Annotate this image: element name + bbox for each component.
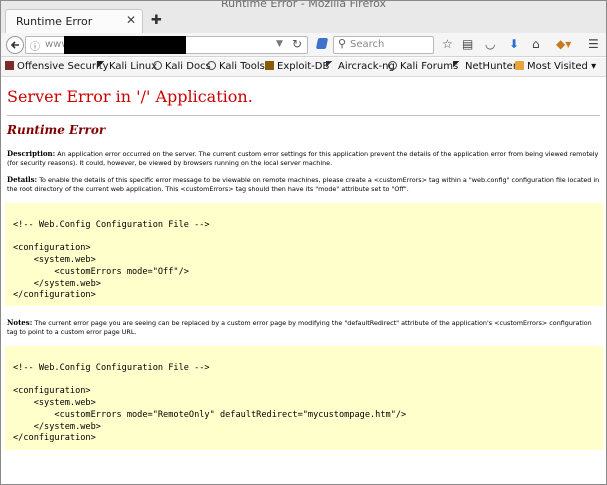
nethunter-icon [453,61,462,70]
tab-runtime-error[interactable]: Runtime Error ✕ [5,9,143,33]
addon-icon[interactable]: ◆▾ [556,37,571,51]
offsec-icon [5,61,14,70]
download-icon[interactable]: ⬇ [509,37,519,51]
kali-dragon-icon [97,61,106,70]
url-bar[interactable]: ⓘ www ▼ ↻ [25,36,308,54]
chevron-down-icon: ▾ [591,61,597,72]
notes-paragraph: Notes: The current error page you are se… [7,318,603,336]
code-snippet-1: <!-- Web.Config Configuration File --> <… [13,220,210,301]
search-bar[interactable]: ⚲ Search [333,36,434,54]
code-block-1: <!-- Web.Config Configuration File --> <… [5,203,603,306]
page-content: Server Error in '/' Application. Runtime… [1,78,606,484]
notes-label: Notes: [7,318,33,327]
error-subtitle: Runtime Error [7,123,106,137]
reading-list-icon[interactable]: ▤ [462,37,473,51]
code-block-2: <!-- Web.Config Configuration File --> <… [5,346,603,450]
bookmark-exploit-db[interactable]: Exploit-DB [265,61,329,72]
exploitdb-icon [265,61,274,70]
title-bar: Runtime Error - Mozilla Firefox Runtime … [1,1,606,33]
close-tab-icon[interactable]: ✕ [126,13,136,27]
tab-label: Runtime Error [16,15,93,28]
bookmark-most-visited[interactable]: Most Visited ▾ [515,61,596,72]
bookmark-kali-docs[interactable]: Kali Docs [153,61,211,72]
back-button[interactable] [6,36,24,54]
search-input[interactable]: Search [350,39,384,50]
redacted-url-block [64,36,186,54]
bookmark-kali-tools[interactable]: Kali Tools [207,61,265,72]
folder-icon [515,61,524,70]
bookmarks-toolbar: Offensive Security Kali Linux Kali Docs … [1,58,606,77]
new-tab-icon[interactable]: ✚ [151,13,162,28]
bookmark-offensive-security[interactable]: Offensive Security [5,61,109,72]
details-text: To enable the details of this specific e… [7,176,600,193]
divider [7,115,600,116]
kali-tools-icon [207,61,216,70]
code-snippet-2: <!-- Web.Config Configuration File --> <… [13,363,407,444]
bookmark-star-icon[interactable]: ☆ [442,37,453,51]
bookmark-nethunter[interactable]: NetHunter [453,61,517,72]
hamburger-menu-icon[interactable]: ☰ [588,37,599,51]
pocket-icon[interactable]: ◡ [485,37,495,51]
kali-docs-icon [153,61,162,70]
back-arrow-icon [10,41,19,49]
description-label: Description: [7,149,56,158]
notes-text: The current error page you are seeing ca… [7,319,592,336]
navigation-toolbar: ⓘ www ▼ ↻ ⚲ Search ☆ ▤ ◡ ⬇ ⌂ ◆▾ ☰ [1,33,606,57]
bookmark-kali-linux[interactable]: Kali Linux [97,61,157,72]
reload-icon[interactable]: ↻ [292,37,302,51]
pocket-extension-icon[interactable] [315,38,329,49]
description-text: An application error occurred on the ser… [7,150,599,167]
kali-forums-icon [388,61,397,70]
url-dropdown-icon[interactable]: ▼ [276,39,283,49]
bookmark-kali-forums[interactable]: Kali Forums [388,61,458,72]
page-title: Server Error in '/' Application. [7,87,253,106]
browser-window: Runtime Error - Mozilla Firefox Runtime … [0,0,607,485]
aircrack-icon [326,61,335,70]
details-label: Details: [7,175,38,184]
details-paragraph: Details: To enable the details of this s… [7,175,603,193]
bookmark-aircrack-ng[interactable]: Aircrack-ng [326,61,395,72]
info-icon[interactable]: ⓘ [30,38,40,53]
home-icon[interactable]: ⌂ [532,37,540,51]
search-icon: ⚲ [338,37,347,50]
description-paragraph: Description: An application error occurr… [7,149,603,167]
